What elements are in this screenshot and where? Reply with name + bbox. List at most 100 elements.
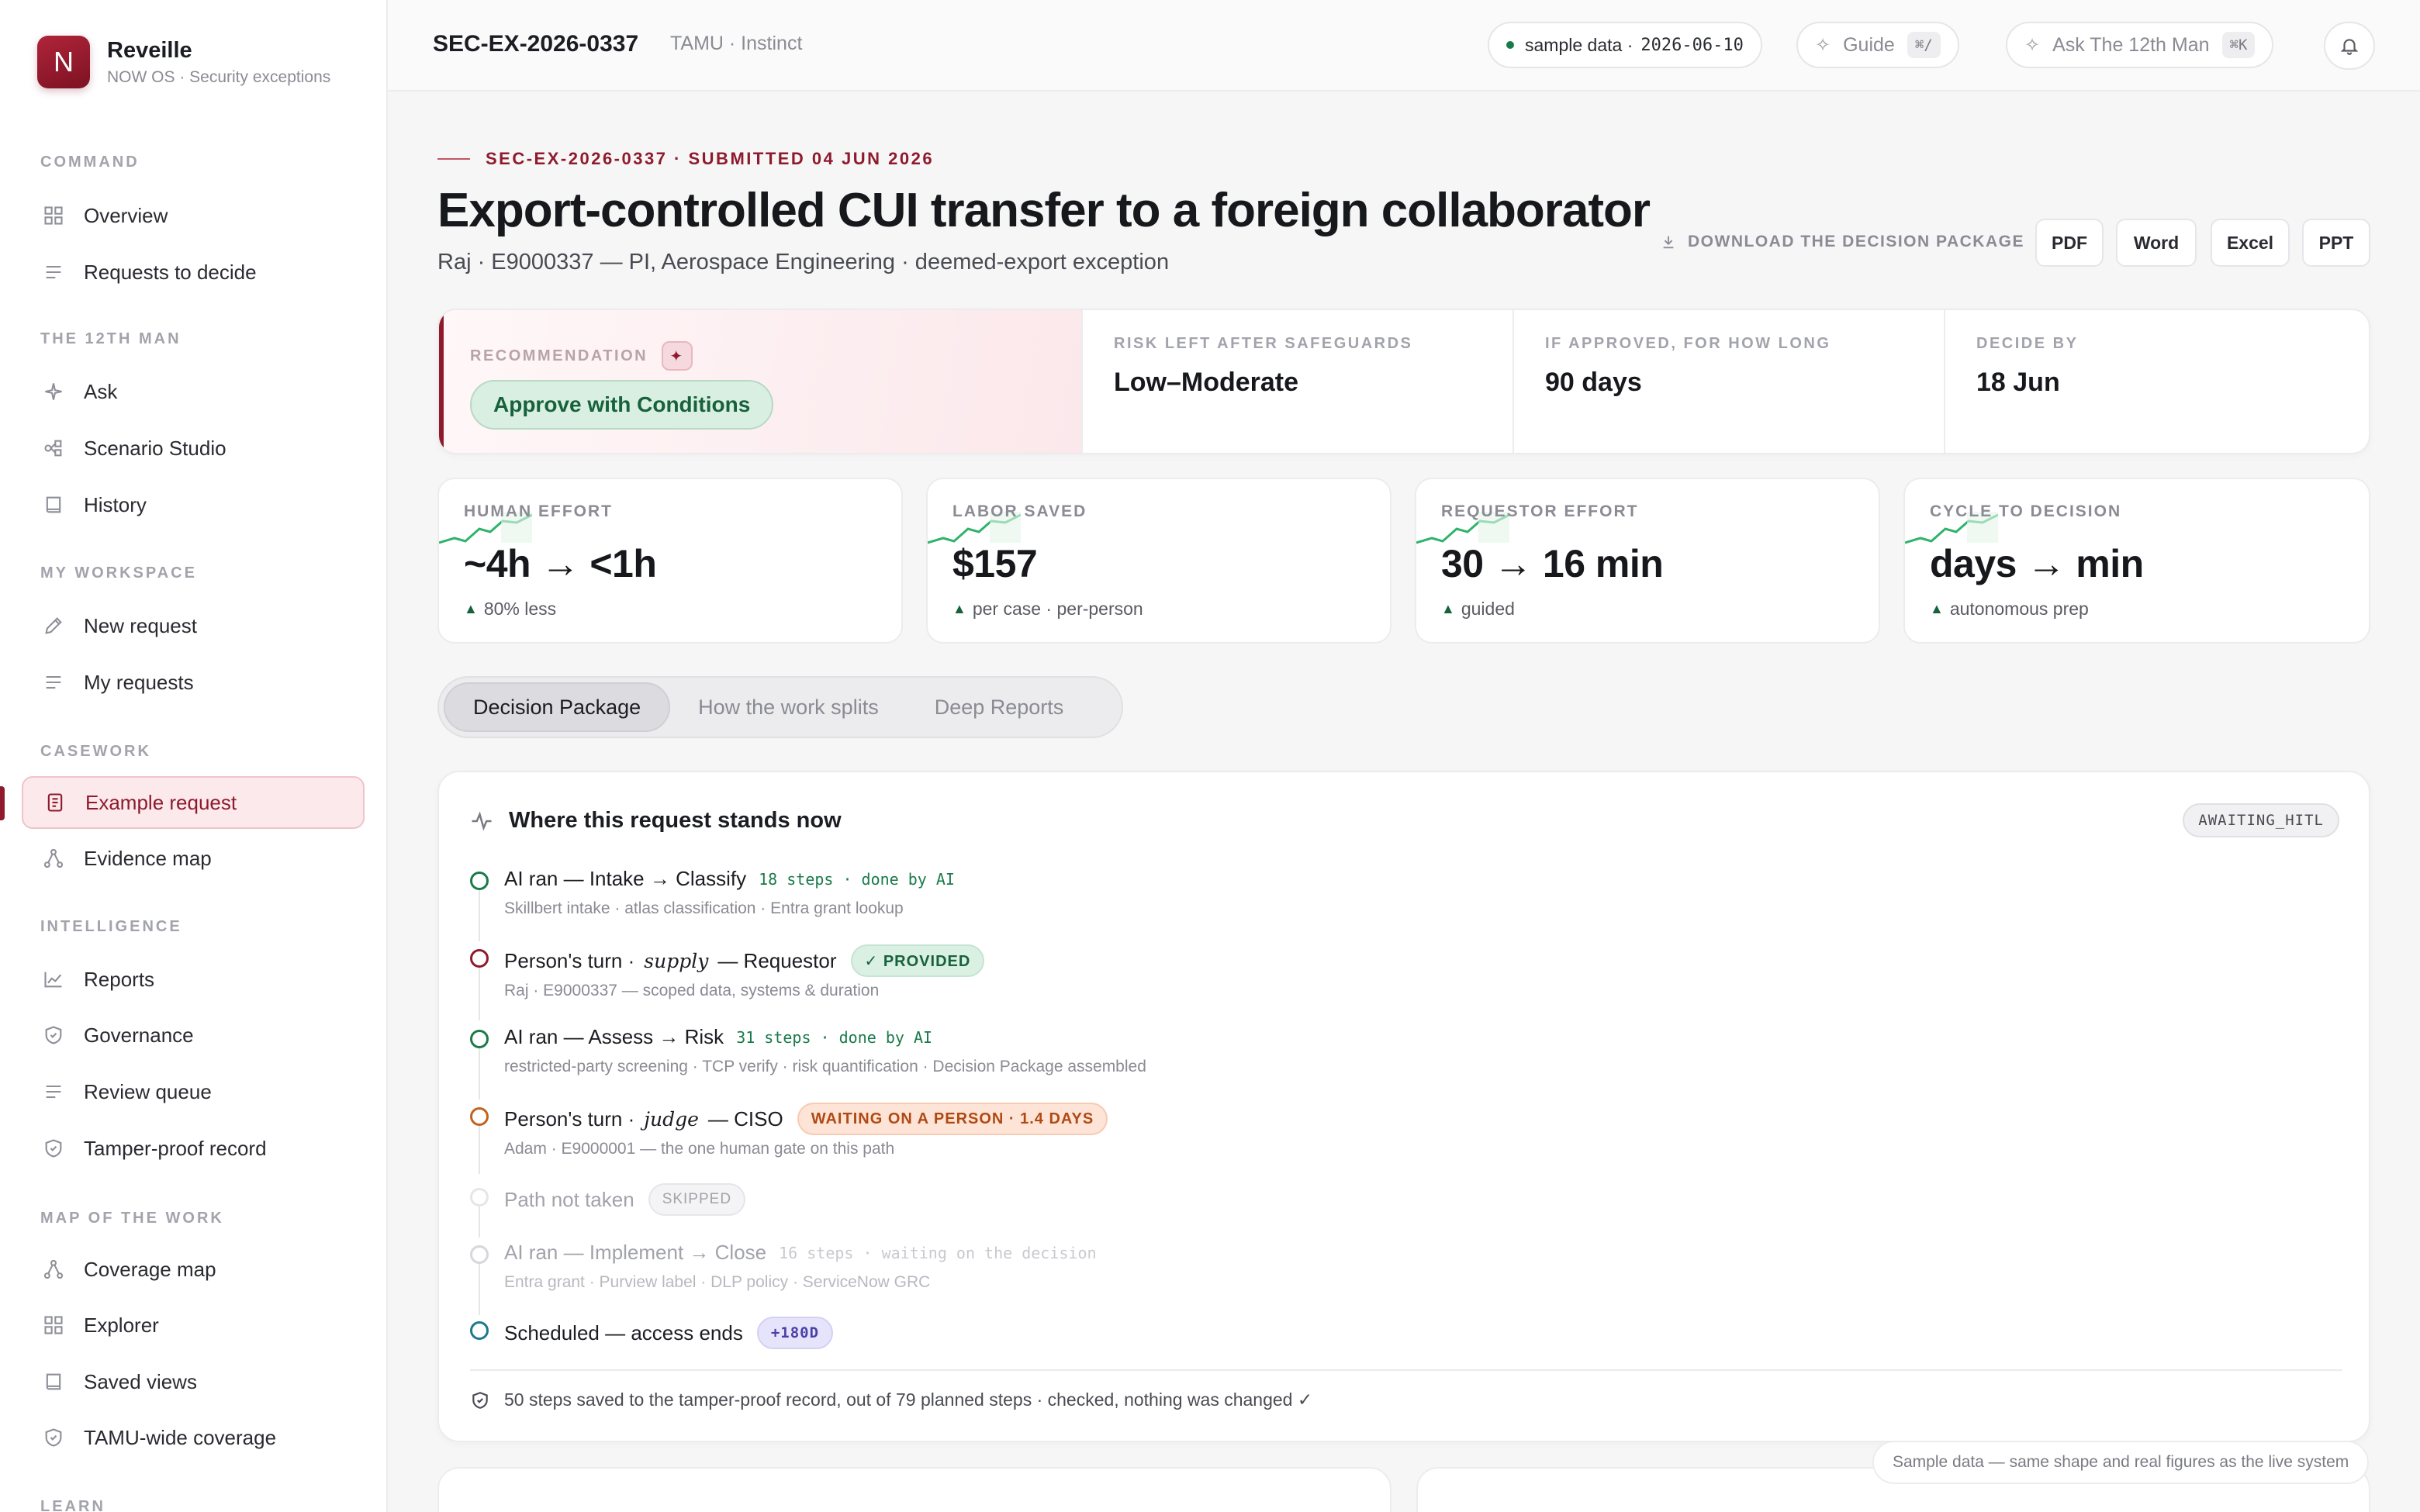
risk-left-value: Low–Moderate bbox=[1114, 368, 1299, 397]
download-excel-button[interactable]: Excel bbox=[2211, 219, 2290, 267]
sidebar-item-example-request[interactable]: Example request bbox=[22, 776, 365, 829]
notifications-button[interactable] bbox=[2324, 22, 2375, 70]
sidebar-item-governance[interactable]: Governance bbox=[22, 1009, 365, 1062]
sample-data-label: sample data · bbox=[1525, 34, 1634, 55]
sidebar-item-history[interactable]: History bbox=[22, 478, 365, 531]
sidebar-item-scenario-studio[interactable]: Scenario Studio bbox=[22, 422, 365, 475]
sample-data-pill[interactable]: sample data · 2026-06-10 bbox=[1488, 22, 1762, 68]
sidebar-item-saved-views[interactable]: Saved views bbox=[22, 1355, 365, 1408]
recommendation-panel: RECOMMENDATION ✦ Approve with Conditions bbox=[439, 310, 1083, 453]
sidebar-item-label: TAMU-wide coverage bbox=[84, 1425, 277, 1449]
sidebar-item-ask[interactable]: Ask bbox=[22, 365, 365, 418]
sidebar-item-explorer[interactable]: Explorer bbox=[22, 1299, 365, 1351]
step-title: AI ran — Implement → Close bbox=[504, 1241, 767, 1264]
tab-decision-package[interactable]: Decision Package bbox=[444, 682, 671, 732]
approval-duration-cell: IF APPROVED, FOR HOW LONG 90 days bbox=[1514, 310, 1945, 453]
download-word-button[interactable]: Word bbox=[2116, 219, 2197, 267]
sidebar-item-overview[interactable]: Overview bbox=[22, 189, 365, 242]
sidebar-item-tamper-proof-record[interactable]: Tamper-proof record bbox=[22, 1122, 365, 1175]
book-icon bbox=[42, 493, 65, 516]
approval-duration-label: IF APPROVED, FOR HOW LONG bbox=[1545, 335, 1831, 352]
metric-cycle-to-decision: CYCLE TO DECISION days → min ▲ autonomous… bbox=[1903, 478, 2370, 644]
metric-sub: ▲ per case · per-person bbox=[952, 599, 1143, 620]
sidebar-item-label: Governance bbox=[84, 1023, 194, 1047]
ask-12th-man-button[interactable]: ✧ Ask The 12th Man ⌘K bbox=[2006, 22, 2274, 68]
audit-footer: 50 steps saved to the tamper-proof recor… bbox=[470, 1389, 1312, 1410]
up-triangle-icon: ▲ bbox=[1441, 601, 1455, 616]
graph-icon bbox=[42, 1258, 65, 1281]
nav-section-command: COMMAND bbox=[40, 154, 140, 171]
step-node bbox=[470, 1245, 489, 1264]
download-label: DOWNLOAD THE DECISION PACKAGE bbox=[1660, 233, 2024, 251]
metric-label: CYCLE TO DECISION bbox=[1930, 502, 2122, 520]
download-label-text: DOWNLOAD THE DECISION PACKAGE bbox=[1688, 233, 2024, 250]
eyebrow-line bbox=[437, 158, 470, 160]
case-org: TAMU · Instinct bbox=[670, 33, 803, 54]
metric-value: 30 → 16 min bbox=[1441, 542, 1664, 585]
sidebar-item-label: New request bbox=[84, 613, 197, 637]
guide-button[interactable]: ✧ Guide ⌘/ bbox=[1796, 22, 1959, 68]
nodes-icon bbox=[42, 437, 65, 460]
document-icon bbox=[43, 791, 67, 814]
sample-data-toast: Sample data — same shape and real figure… bbox=[1872, 1441, 2370, 1484]
status-badge: +180D bbox=[756, 1317, 834, 1349]
sidebar-item-label: Evidence map bbox=[84, 846, 212, 870]
risk-left-label: RISK LEFT AFTER SAFEGUARDS bbox=[1114, 335, 1413, 352]
brand[interactable]: N Reveille NOW OS · Security exceptions bbox=[37, 36, 330, 88]
metric-sub: ▲ autonomous prep bbox=[1930, 599, 2089, 620]
case-eyebrow: SEC-EX-2026-0337 · SUBMITTED 04 JUN 2026 bbox=[437, 149, 934, 169]
step-title: Scheduled — access ends bbox=[504, 1320, 743, 1345]
step-detail: Entra grant · Purview label · DLP policy… bbox=[504, 1273, 931, 1291]
brand-name: Reveille bbox=[107, 37, 192, 63]
step-main: AI ran — Intake → Classify 18 steps · do… bbox=[504, 867, 955, 891]
step-detail: Adam · E9000001 — the one human gate on … bbox=[504, 1140, 895, 1158]
eyebrow-text: SEC-EX-2026-0337 · SUBMITTED 04 JUN 2026 bbox=[486, 149, 935, 168]
metric-sub-text: autonomous prep bbox=[1949, 599, 2089, 619]
sidebar-item-requests-to-decide[interactable]: Requests to decide bbox=[22, 246, 365, 299]
up-triangle-icon: ▲ bbox=[464, 601, 478, 616]
step-detail: restricted-party screening · TCP verify … bbox=[504, 1058, 1146, 1075]
chart-icon bbox=[42, 968, 65, 991]
brand-logo: N bbox=[37, 36, 90, 88]
metric-human-effort: HUMAN EFFORT ~4h → <1h ▲ 80% less bbox=[437, 478, 903, 644]
step-title: AI ran — Assess → Risk bbox=[504, 1025, 724, 1048]
metric-value: $157 bbox=[952, 542, 1038, 585]
step-title: Path not taken bbox=[504, 1187, 634, 1211]
step-meta: 16 steps · waiting on the decision bbox=[779, 1243, 1097, 1262]
tab-how-the-work-splits[interactable]: How the work splits bbox=[670, 682, 907, 732]
status-badge: SKIPPED bbox=[648, 1183, 746, 1216]
sidebar-item-review-queue[interactable]: Review queue bbox=[22, 1065, 365, 1118]
sidebar-item-new-request[interactable]: New request bbox=[22, 599, 365, 652]
nav-section-12th-man: THE 12TH MAN bbox=[40, 330, 182, 347]
topbar: SEC-EX-2026-0337 TAMU · Instinct sample … bbox=[388, 0, 2420, 91]
sidebar-item-label: Scenario Studio bbox=[84, 436, 226, 460]
risk-left-cell: RISK LEFT AFTER SAFEGUARDS Low–Moderate bbox=[1083, 310, 1514, 453]
step-node bbox=[470, 872, 489, 890]
shield-icon bbox=[42, 1426, 65, 1449]
status-dot bbox=[1506, 41, 1514, 49]
sidebar-item-reports[interactable]: Reports bbox=[22, 953, 365, 1006]
list-icon bbox=[42, 261, 65, 284]
sidebar-item-my-requests[interactable]: My requests bbox=[22, 656, 365, 709]
step-main: AI ran — Assess → Risk 31 steps · done b… bbox=[504, 1025, 932, 1049]
sidebar-item-coverage-map[interactable]: Coverage map bbox=[22, 1243, 365, 1296]
download-pdf-button[interactable]: PDF bbox=[2035, 219, 2104, 267]
sparkle-icon[interactable]: ✦ bbox=[662, 341, 693, 371]
metric-sub: ▲ guided bbox=[1441, 599, 1515, 620]
sparkle-icon: ✧ bbox=[2024, 34, 2041, 56]
ask-label: Ask The 12th Man bbox=[2052, 33, 2210, 56]
shield-icon bbox=[472, 1391, 488, 1409]
nav-section-map-of-the-work: MAP OF THE WORK bbox=[40, 1210, 224, 1227]
pencil-icon bbox=[42, 614, 65, 637]
step-node bbox=[470, 1321, 489, 1340]
sidebar-item-tamu-wide-coverage[interactable]: TAMU-wide coverage bbox=[22, 1411, 365, 1464]
sidebar-item-evidence-map[interactable]: Evidence map bbox=[22, 832, 365, 885]
metric-labor-saved: LABOR SAVED $157 ▲ per case · per-person bbox=[926, 478, 1392, 644]
tab-deep-reports[interactable]: Deep Reports bbox=[907, 682, 1092, 732]
shield-icon bbox=[42, 1024, 65, 1047]
sidebar-item-label: Coverage map bbox=[84, 1257, 216, 1281]
list-icon bbox=[42, 1080, 65, 1103]
active-indicator bbox=[0, 786, 5, 820]
step-main: AI ran — Implement → Close 16 steps · wa… bbox=[504, 1241, 1097, 1265]
download-ppt-button[interactable]: PPT bbox=[2302, 219, 2370, 267]
